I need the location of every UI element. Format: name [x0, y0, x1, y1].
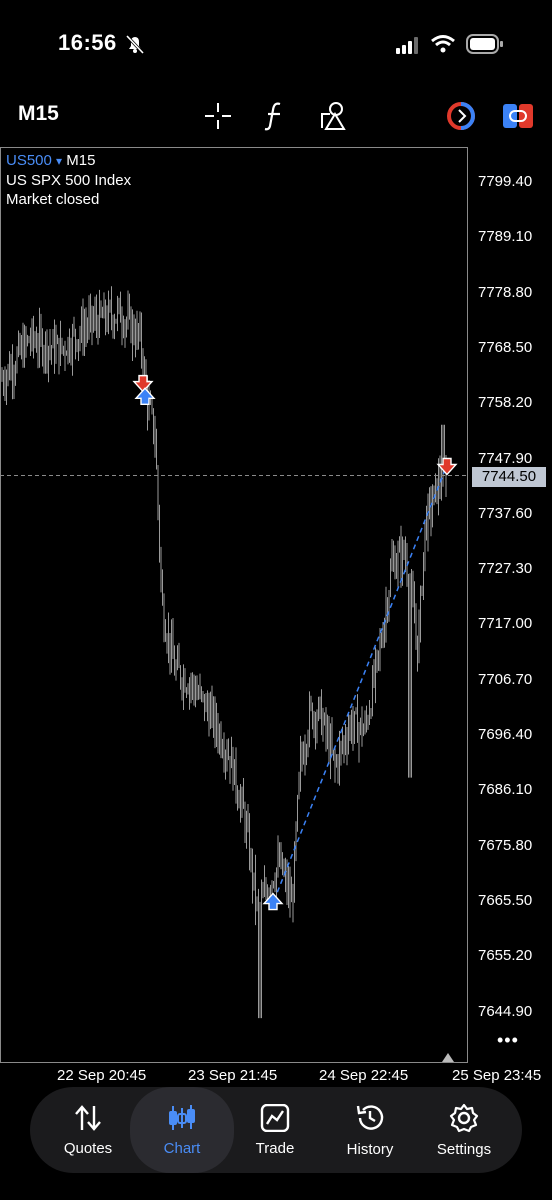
- price-chart[interactable]: [0, 147, 468, 1063]
- battery-icon: [466, 34, 503, 54]
- price-label: 7665.50: [478, 891, 533, 909]
- objects-icon[interactable]: [318, 100, 350, 132]
- price-label: 7655.20: [478, 947, 533, 965]
- price-label: 7778.80: [478, 283, 533, 301]
- nav-history[interactable]: History: [322, 1087, 418, 1173]
- time-label: 25 Sep 23:45: [452, 1067, 542, 1084]
- status-time: 16:56: [58, 30, 117, 55]
- nav-label: Settings: [436, 1140, 492, 1158]
- symbol-description: US SPX 500 Index: [6, 172, 132, 189]
- bell-muted-icon: [125, 34, 145, 54]
- timeframe-button[interactable]: M15: [18, 102, 59, 126]
- trading-signals-icon[interactable]: [446, 101, 476, 131]
- sell-arrow-icon: [436, 457, 458, 476]
- chevron-down-icon[interactable]: ▾: [56, 154, 62, 168]
- price-label: 7675.80: [478, 836, 533, 854]
- price-label: 7758.20: [478, 394, 533, 412]
- buy-arrow-icon: [134, 387, 156, 406]
- signal-icon: [396, 37, 418, 54]
- symbol-name[interactable]: US500: [6, 152, 52, 169]
- quotes-icon: [75, 1104, 101, 1131]
- chart-icon: [169, 1104, 195, 1130]
- buy-arrow-icon: [262, 892, 284, 911]
- more-icon[interactable]: •••: [497, 1030, 519, 1051]
- time-label: 22 Sep 20:45: [57, 1067, 147, 1084]
- market-status: Market closed: [6, 191, 100, 208]
- nav-label: History: [346, 1140, 394, 1158]
- price-label: 7717.00: [478, 615, 533, 633]
- home-indicator: [150, 1186, 402, 1191]
- price-label: 7686.10: [478, 781, 533, 799]
- trade-line: [273, 467, 447, 901]
- price-label: 7706.70: [478, 670, 533, 688]
- nav-settings[interactable]: Settings: [416, 1087, 512, 1173]
- nav-label: Chart: [163, 1139, 201, 1157]
- current-price-tag: 7744.50: [472, 467, 546, 487]
- nav-trade[interactable]: Trade: [227, 1087, 323, 1173]
- nav-chart[interactable]: Chart: [130, 1087, 234, 1173]
- price-label: 7789.10: [478, 228, 533, 246]
- chart-symbol-row[interactable]: US500 ▾ M15: [6, 152, 95, 169]
- price-label: 7747.90: [478, 449, 533, 467]
- price-label: 7768.50: [478, 338, 533, 356]
- nav-label: Trade: [255, 1139, 295, 1157]
- nav-label: Quotes: [63, 1139, 113, 1157]
- chart-timeframe: M15: [66, 152, 96, 169]
- indicators-icon[interactable]: [262, 100, 288, 132]
- crosshair-icon[interactable]: [203, 101, 233, 131]
- history-icon: [356, 1104, 384, 1130]
- wifi-icon: [431, 35, 455, 53]
- price-label: 7727.30: [478, 560, 533, 578]
- nav-quotes[interactable]: Quotes: [40, 1087, 136, 1173]
- time-label: 23 Sep 21:45: [188, 1067, 278, 1084]
- price-label: 7644.90: [478, 1002, 533, 1020]
- price-label: 7799.40: [478, 173, 533, 190]
- trade-icon: [260, 1103, 290, 1132]
- one-click-trading-icon[interactable]: [502, 102, 534, 130]
- bottom-nav: Quotes Chart Trade History Settings: [30, 1087, 522, 1173]
- price-label: 7737.60: [478, 504, 533, 522]
- scroll-end-icon[interactable]: [440, 1051, 456, 1063]
- gear-icon: [449, 1103, 479, 1132]
- time-label: 24 Sep 22:45: [319, 1067, 409, 1084]
- price-label: 7696.40: [478, 726, 533, 743]
